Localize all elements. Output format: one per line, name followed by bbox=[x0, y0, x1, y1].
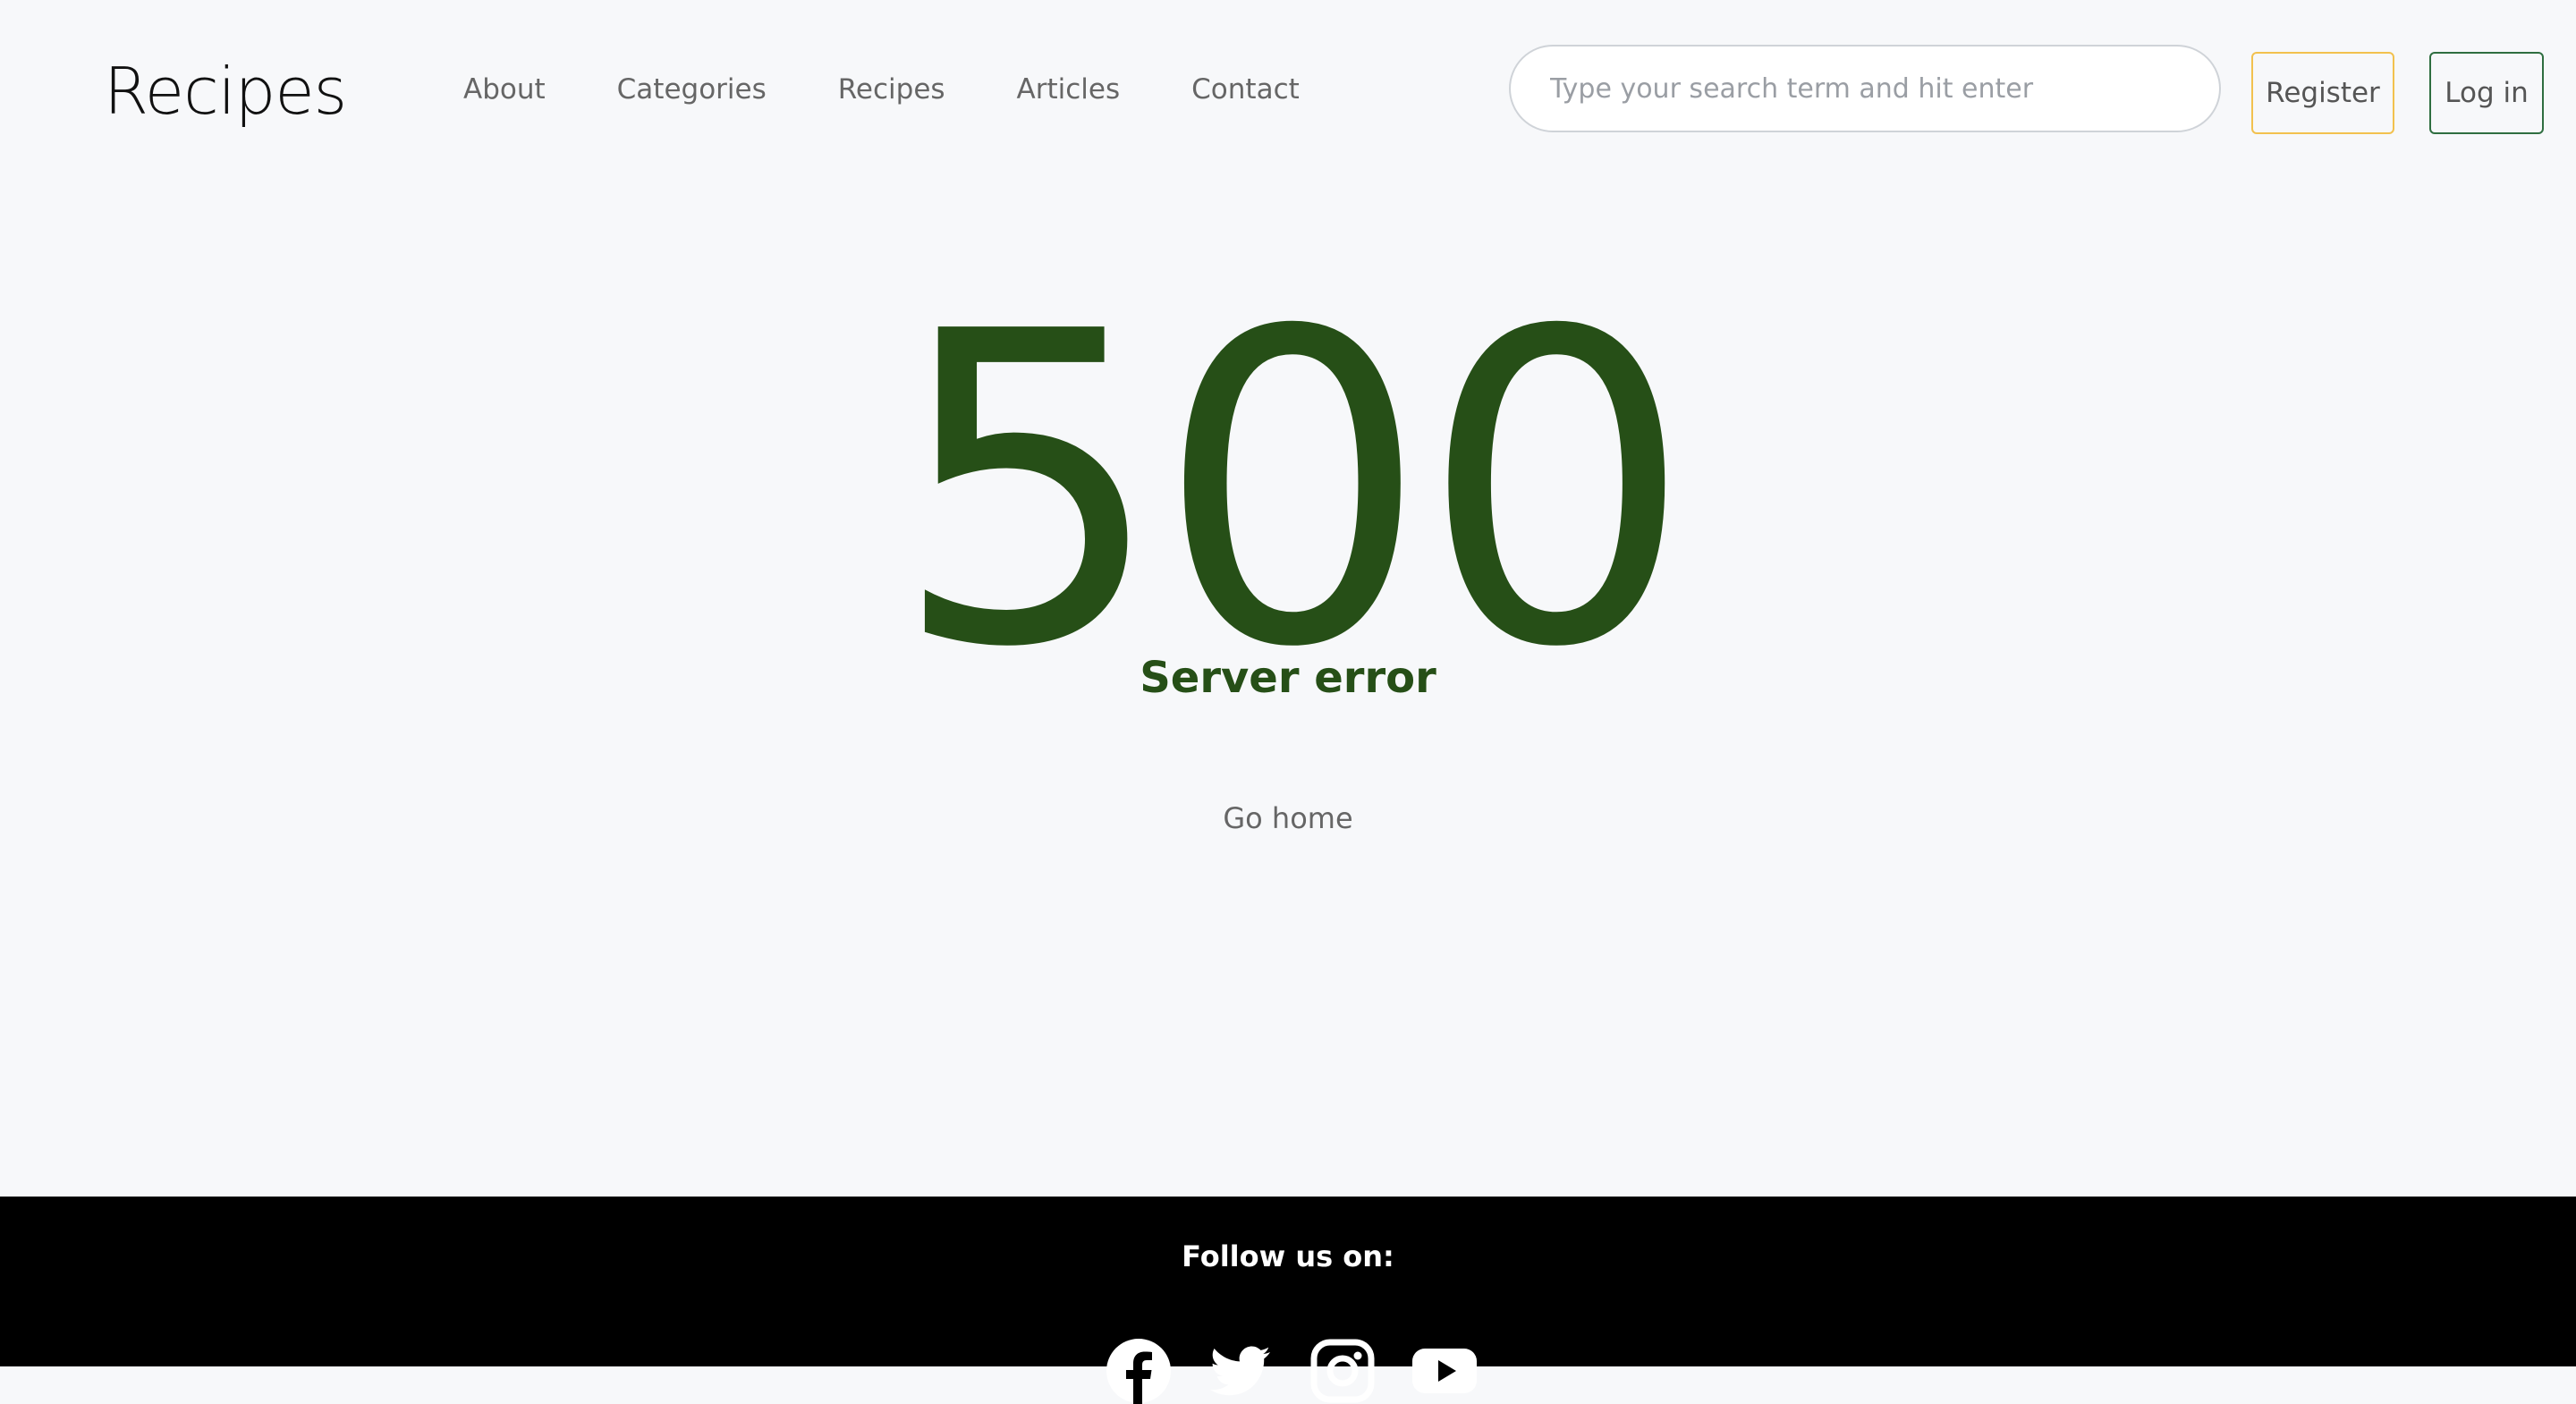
nav-about[interactable]: About bbox=[463, 73, 546, 106]
main-nav: About Categories Recipes Articles Contac… bbox=[463, 73, 1371, 106]
error-message: Server error bbox=[1140, 653, 1436, 703]
twitter-icon[interactable] bbox=[1208, 1338, 1274, 1404]
social-links bbox=[1106, 1338, 1478, 1404]
nav-contact[interactable]: Contact bbox=[1191, 73, 1300, 106]
instagram-icon[interactable] bbox=[1309, 1338, 1376, 1404]
nav-categories[interactable]: Categories bbox=[617, 73, 767, 106]
site-footer: Follow us on: bbox=[0, 1197, 2576, 1404]
site-logo[interactable]: Recipes bbox=[104, 54, 347, 129]
nav-recipes[interactable]: Recipes bbox=[838, 73, 945, 106]
facebook-icon[interactable] bbox=[1106, 1338, 1172, 1404]
error-content: 500 Server error Go home bbox=[0, 188, 2576, 1197]
site-header: Recipes About Categories Recipes Article… bbox=[0, 0, 2576, 188]
error-code: 500 bbox=[891, 241, 1693, 741]
register-button[interactable]: Register bbox=[2251, 52, 2394, 134]
follow-label: Follow us on: bbox=[1182, 1239, 1394, 1273]
login-button[interactable]: Log in bbox=[2429, 52, 2544, 134]
search-input[interactable] bbox=[1509, 45, 2221, 132]
youtube-icon[interactable] bbox=[1411, 1338, 1478, 1404]
nav-articles[interactable]: Articles bbox=[1017, 73, 1121, 106]
go-home-link[interactable]: Go home bbox=[0, 801, 2576, 835]
